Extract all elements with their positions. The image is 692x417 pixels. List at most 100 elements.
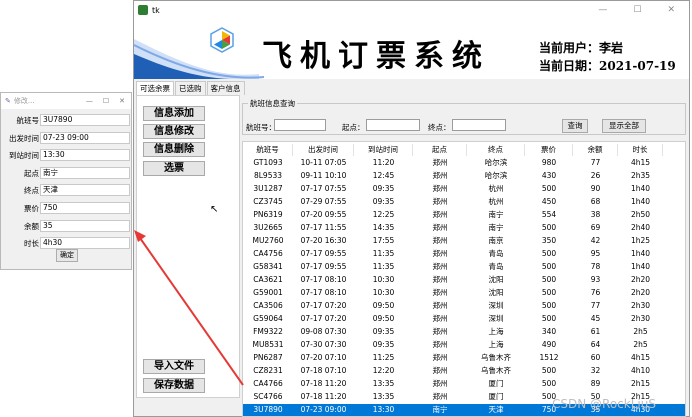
table-cell: 郑州 — [432, 339, 448, 349]
column-header[interactable]: 余额 — [573, 144, 618, 156]
save-data-button[interactable]: 保存数据 — [143, 378, 205, 393]
table-cell: 3U2665 — [253, 222, 283, 232]
tab-customer-info[interactable]: 客户信息 — [206, 81, 245, 95]
table-cell: 郑州 — [432, 261, 448, 271]
table-cell: 10-11 07:05 — [300, 158, 347, 167]
table-row[interactable]: 3U2665 07-17 11:55 14:35 郑州 南宁 500 69 2h40 — [243, 222, 685, 234]
origin-input[interactable] — [366, 119, 420, 131]
edit-window-titlebar[interactable]: ✎ 修改... — ☐ ✕ — [1, 93, 131, 109]
table-row[interactable]: CZ3745 07-29 07:55 09:35 郑州 杭州 450 68 1h40 — [243, 196, 685, 208]
table-row[interactable]: MU8531 07-30 07:30 09:35 郑州 上海 490 64 2h5 — [243, 339, 685, 351]
tab-available-tickets[interactable]: 可选余票 — [136, 81, 174, 95]
table-row[interactable]: G59064 07-17 07:20 09:50 郑州 深圳 500 45 2h30 — [243, 313, 685, 325]
delete-info-button[interactable]: 信息删除 — [143, 142, 205, 157]
edit-field-input[interactable]: 3U7890 — [40, 114, 130, 126]
search-button[interactable]: 查询 — [562, 119, 588, 133]
show-all-button[interactable]: 显示全部 — [602, 119, 646, 133]
edit-field-input[interactable]: 750 — [40, 202, 130, 214]
origin-label: 起点： — [342, 123, 365, 132]
edit-field-input[interactable]: 4h30 — [40, 237, 130, 250]
table-cell: 2h15 — [630, 378, 651, 388]
table-cell: 07-29 07:55 — [300, 196, 347, 206]
table-cell: CA4766 — [253, 378, 283, 388]
column-header[interactable]: 出发时间 — [293, 144, 354, 156]
maximize-icon[interactable]: ☐ — [103, 97, 109, 105]
table-cell: 深圳 — [488, 300, 504, 310]
column-header[interactable]: 时长 — [618, 144, 663, 156]
edit-field-row: 票价 750 — [1, 202, 133, 215]
table-cell: PN6287 — [253, 352, 283, 362]
table-cell: 哈尔滨 — [484, 170, 508, 180]
table-cell: CA4756 — [253, 248, 283, 258]
table-header: 航班号 出发时间 到站时间 起点 终点 票价 余额 时长 — [243, 144, 685, 156]
edit-field-label: 起点 — [24, 168, 39, 178]
table-cell: SC4766 — [253, 391, 283, 401]
column-header[interactable]: 起点 — [413, 144, 467, 156]
table-row[interactable]: G59001 07-17 08:10 10:30 郑州 沈阳 500 76 2h20 — [243, 287, 685, 299]
table-row[interactable]: PN6319 07-20 09:55 12:25 郑州 南宁 554 38 2h50 — [243, 209, 685, 221]
column-header[interactable]: 终点 — [467, 144, 525, 156]
table-row[interactable]: CA4756 07-17 09:55 11:35 郑州 青岛 500 95 1h40 — [243, 248, 685, 260]
left-button-panel: 信息添加 信息修改 信息删除 选票 导入文件 保存数据 ↖ — [136, 95, 240, 398]
select-ticket-button[interactable]: 选票 — [143, 161, 205, 176]
table-row[interactable]: CA3621 07-17 08:10 10:30 郑州 沈阳 500 93 2h20 — [243, 274, 685, 286]
table-cell: 32 — [590, 365, 601, 375]
minimize-icon[interactable]: — — [598, 5, 607, 15]
column-header[interactable]: 到站时间 — [354, 144, 413, 156]
edit-field-input[interactable]: 35 — [40, 219, 130, 232]
confirm-button[interactable]: 确定 — [56, 249, 78, 262]
table-row[interactable]: CA3506 07-17 07:20 09:50 郑州 深圳 500 77 2h30 — [243, 300, 685, 312]
column-header[interactable]: 票价 — [525, 144, 573, 156]
minimize-icon[interactable]: — — [86, 97, 93, 105]
current-user-label: 当前用户：李岩 — [539, 41, 624, 55]
table-cell: 07-30 07:30 — [300, 339, 347, 349]
table-row[interactable]: FM9322 09-08 07:30 09:35 郑州 上海 340 61 2h5 — [243, 326, 685, 338]
table-cell: 杭州 — [488, 196, 504, 206]
table-row[interactable]: CZ8231 07-18 07:10 12:20 郑州 乌鲁木齐 500 32 4h10 — [243, 365, 685, 377]
table-cell: 450 — [541, 196, 557, 206]
table-cell: 13:30 — [372, 404, 395, 414]
edit-field-input[interactable]: 13:30 — [40, 149, 130, 162]
table-cell: 07-20 07:10 — [300, 352, 347, 362]
table-row[interactable]: 8L9533 09-11 10:10 12:45 郑州 哈尔滨 430 26 2h35 — [243, 170, 685, 182]
main-window-titlebar[interactable]: tk — ☐ ✕ — [134, 1, 689, 19]
table-cell: 93 — [590, 274, 601, 284]
table-cell: 厦门 — [488, 378, 504, 388]
table-cell: 郑州 — [432, 287, 448, 297]
edit-field-input[interactable]: 07-23 09:00 — [40, 131, 130, 144]
table-cell: 乌鲁木齐 — [481, 365, 511, 375]
table-cell: 杭州 — [488, 183, 504, 193]
table-cell: 3U7890 — [253, 404, 283, 414]
table-cell: 郑州 — [432, 183, 448, 193]
edit-info-button[interactable]: 信息修改 — [143, 124, 205, 139]
table-row[interactable]: CA4766 07-18 11:20 13:35 郑州 厦门 500 89 2h15 — [243, 378, 685, 390]
destination-input[interactable] — [452, 119, 506, 131]
column-header[interactable]: 航班号 — [243, 144, 293, 156]
table-row[interactable]: GT1093 10-11 07:05 11:20 郑州 哈尔滨 980 77 4h15 — [243, 157, 685, 169]
edit-field-input[interactable]: 天津 — [40, 184, 130, 197]
table-row[interactable]: 3U1287 07-17 07:55 09:35 郑州 杭州 500 90 1h40 — [243, 183, 685, 195]
flight-no-input[interactable] — [274, 119, 326, 131]
table-cell: 12:20 — [372, 365, 395, 375]
tab-bar: 可选余票 已选购 客户信息 — [136, 81, 246, 95]
maximize-icon[interactable]: ☐ — [633, 5, 641, 15]
table-cell: 1h40 — [630, 183, 651, 193]
table-cell: 南宁 — [488, 209, 504, 219]
table-row[interactable]: G58341 07-17 09:55 11:35 郑州 青岛 500 78 1h40 — [243, 261, 685, 273]
table-row[interactable]: MU2760 07-20 16:30 17:55 郑州 南京 350 42 1h25 — [243, 235, 685, 247]
edit-field-input[interactable]: 南宁 — [40, 166, 130, 179]
table-cell: 1512 — [539, 352, 559, 362]
import-file-button[interactable]: 导入文件 — [143, 359, 205, 374]
table-cell: 郑州 — [432, 222, 448, 232]
table-cell: 2h5 — [633, 339, 648, 349]
close-icon[interactable]: ✕ — [667, 5, 675, 15]
edit-field-label: 余额 — [24, 221, 39, 231]
table-row[interactable]: PN6287 07-20 07:10 11:25 郑州 乌鲁木齐 1512 60 4h15 — [243, 352, 685, 364]
table-cell: 郑州 — [432, 196, 448, 206]
add-info-button[interactable]: 信息添加 — [143, 106, 205, 121]
table-cell: 09:35 — [372, 326, 395, 336]
code-logo-icon — [210, 27, 234, 53]
tab-purchased[interactable]: 已选购 — [175, 81, 206, 95]
close-icon[interactable]: ✕ — [119, 97, 125, 105]
table-cell: 厦门 — [488, 391, 504, 401]
